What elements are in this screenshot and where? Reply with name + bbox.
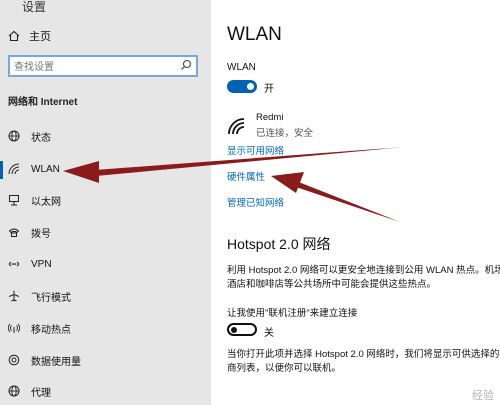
home-nav-item[interactable]: 主页	[8, 28, 51, 44]
home-label: 主页	[29, 31, 51, 43]
sidebar: 设置 主页 网络和 Internet 状态 WLAN 以太网	[0, 0, 211, 405]
description-line: 酒店和咖啡店等公共场所中可能会提供这些热点。	[227, 279, 437, 290]
sidebar-item-proxy[interactable]: 代理	[0, 377, 211, 405]
sidebar-item-label: 数据使用量	[31, 356, 81, 368]
sidebar-item-label: 状态	[31, 132, 51, 144]
sidebar-item-label: 以太网	[31, 196, 61, 208]
sidebar-item-datausage[interactable]: 数据使用量	[0, 346, 211, 374]
sidebar-item-label: 代理	[31, 387, 51, 399]
sidebar-item-label: VPN	[31, 258, 52, 270]
sidebar-item-label: 飞行模式	[31, 292, 71, 304]
active-indicator	[0, 161, 3, 179]
info-line: 商列表，以便你可以联机。	[227, 363, 342, 374]
search-icon[interactable]	[180, 59, 192, 71]
data-usage-icon	[7, 353, 21, 367]
toggle-knob	[231, 327, 237, 333]
airplane-icon	[7, 289, 21, 303]
wifi-signal-icon	[228, 118, 245, 135]
hotspot-icon	[7, 321, 21, 335]
online-signup-toggle-state: 关	[264, 328, 274, 339]
vpn-icon	[7, 257, 21, 271]
home-icon	[8, 30, 20, 42]
wlan-toggle-state: 开	[264, 84, 274, 95]
network-name: Redmi	[256, 112, 284, 123]
sidebar-item-dialup[interactable]: 拨号	[0, 218, 211, 246]
sidebar-item-hotspot[interactable]: 移动热点	[0, 314, 211, 342]
ethernet-icon	[7, 193, 21, 207]
wlan-label: WLAN	[227, 62, 256, 73]
globe-icon	[7, 384, 21, 398]
page-title: WLAN	[227, 24, 282, 45]
show-available-networks-link[interactable]: 显示可用网络	[227, 143, 284, 157]
sidebar-item-vpn[interactable]: VPN	[0, 250, 211, 278]
sidebar-item-wlan[interactable]: WLAN	[0, 155, 211, 183]
manage-known-networks-link[interactable]: 管理已知网络	[227, 195, 284, 209]
sidebar-item-status[interactable]: 状态	[0, 122, 211, 150]
sidebar-item-ethernet[interactable]: 以太网	[0, 186, 211, 214]
main-panel: WLAN WLAN 开 Redmi 已连接，安全 显示可用网络 硬件属性 管理已…	[211, 0, 500, 405]
toggle-knob	[247, 83, 254, 90]
sidebar-item-airplane[interactable]: 飞行模式	[0, 282, 211, 310]
hardware-properties-link[interactable]: 硬件属性	[227, 169, 265, 183]
hotspot20-description: 利用 Hotspot 2.0 网络可以更安全地连接到公用 WLAN 热点。机场、…	[227, 264, 500, 292]
search-box[interactable]	[8, 55, 198, 77]
sidebar-item-label: WLAN	[31, 163, 60, 175]
wlan-toggle[interactable]	[227, 80, 257, 93]
hotspot20-title: Hotspot 2.0 网络	[227, 236, 331, 252]
phone-icon	[7, 225, 21, 239]
online-signup-label: 让我使用"联机注册"来建立连接	[227, 308, 358, 319]
search-input[interactable]	[10, 58, 164, 77]
window-title: 设置	[22, 0, 47, 14]
online-signup-toggle[interactable]	[227, 323, 257, 336]
sidebar-item-label: 移动热点	[31, 324, 71, 336]
network-status: 已连接，安全	[256, 128, 314, 139]
sidebar-item-label: 拨号	[31, 228, 51, 240]
watermark: 经验	[472, 390, 494, 402]
globe-icon	[7, 129, 21, 143]
info-line: 当你打开此项并选择 Hotspot 2.0 网络时，我们将显示可供选择的提	[227, 349, 500, 360]
section-title: 网络和 Internet	[8, 97, 78, 108]
hotspot20-info: 当你打开此项并选择 Hotspot 2.0 网络时，我们将显示可供选择的提 商列…	[227, 348, 500, 376]
wifi-icon	[7, 162, 21, 176]
description-line: 利用 Hotspot 2.0 网络可以更安全地连接到公用 WLAN 热点。机场、	[227, 265, 500, 276]
